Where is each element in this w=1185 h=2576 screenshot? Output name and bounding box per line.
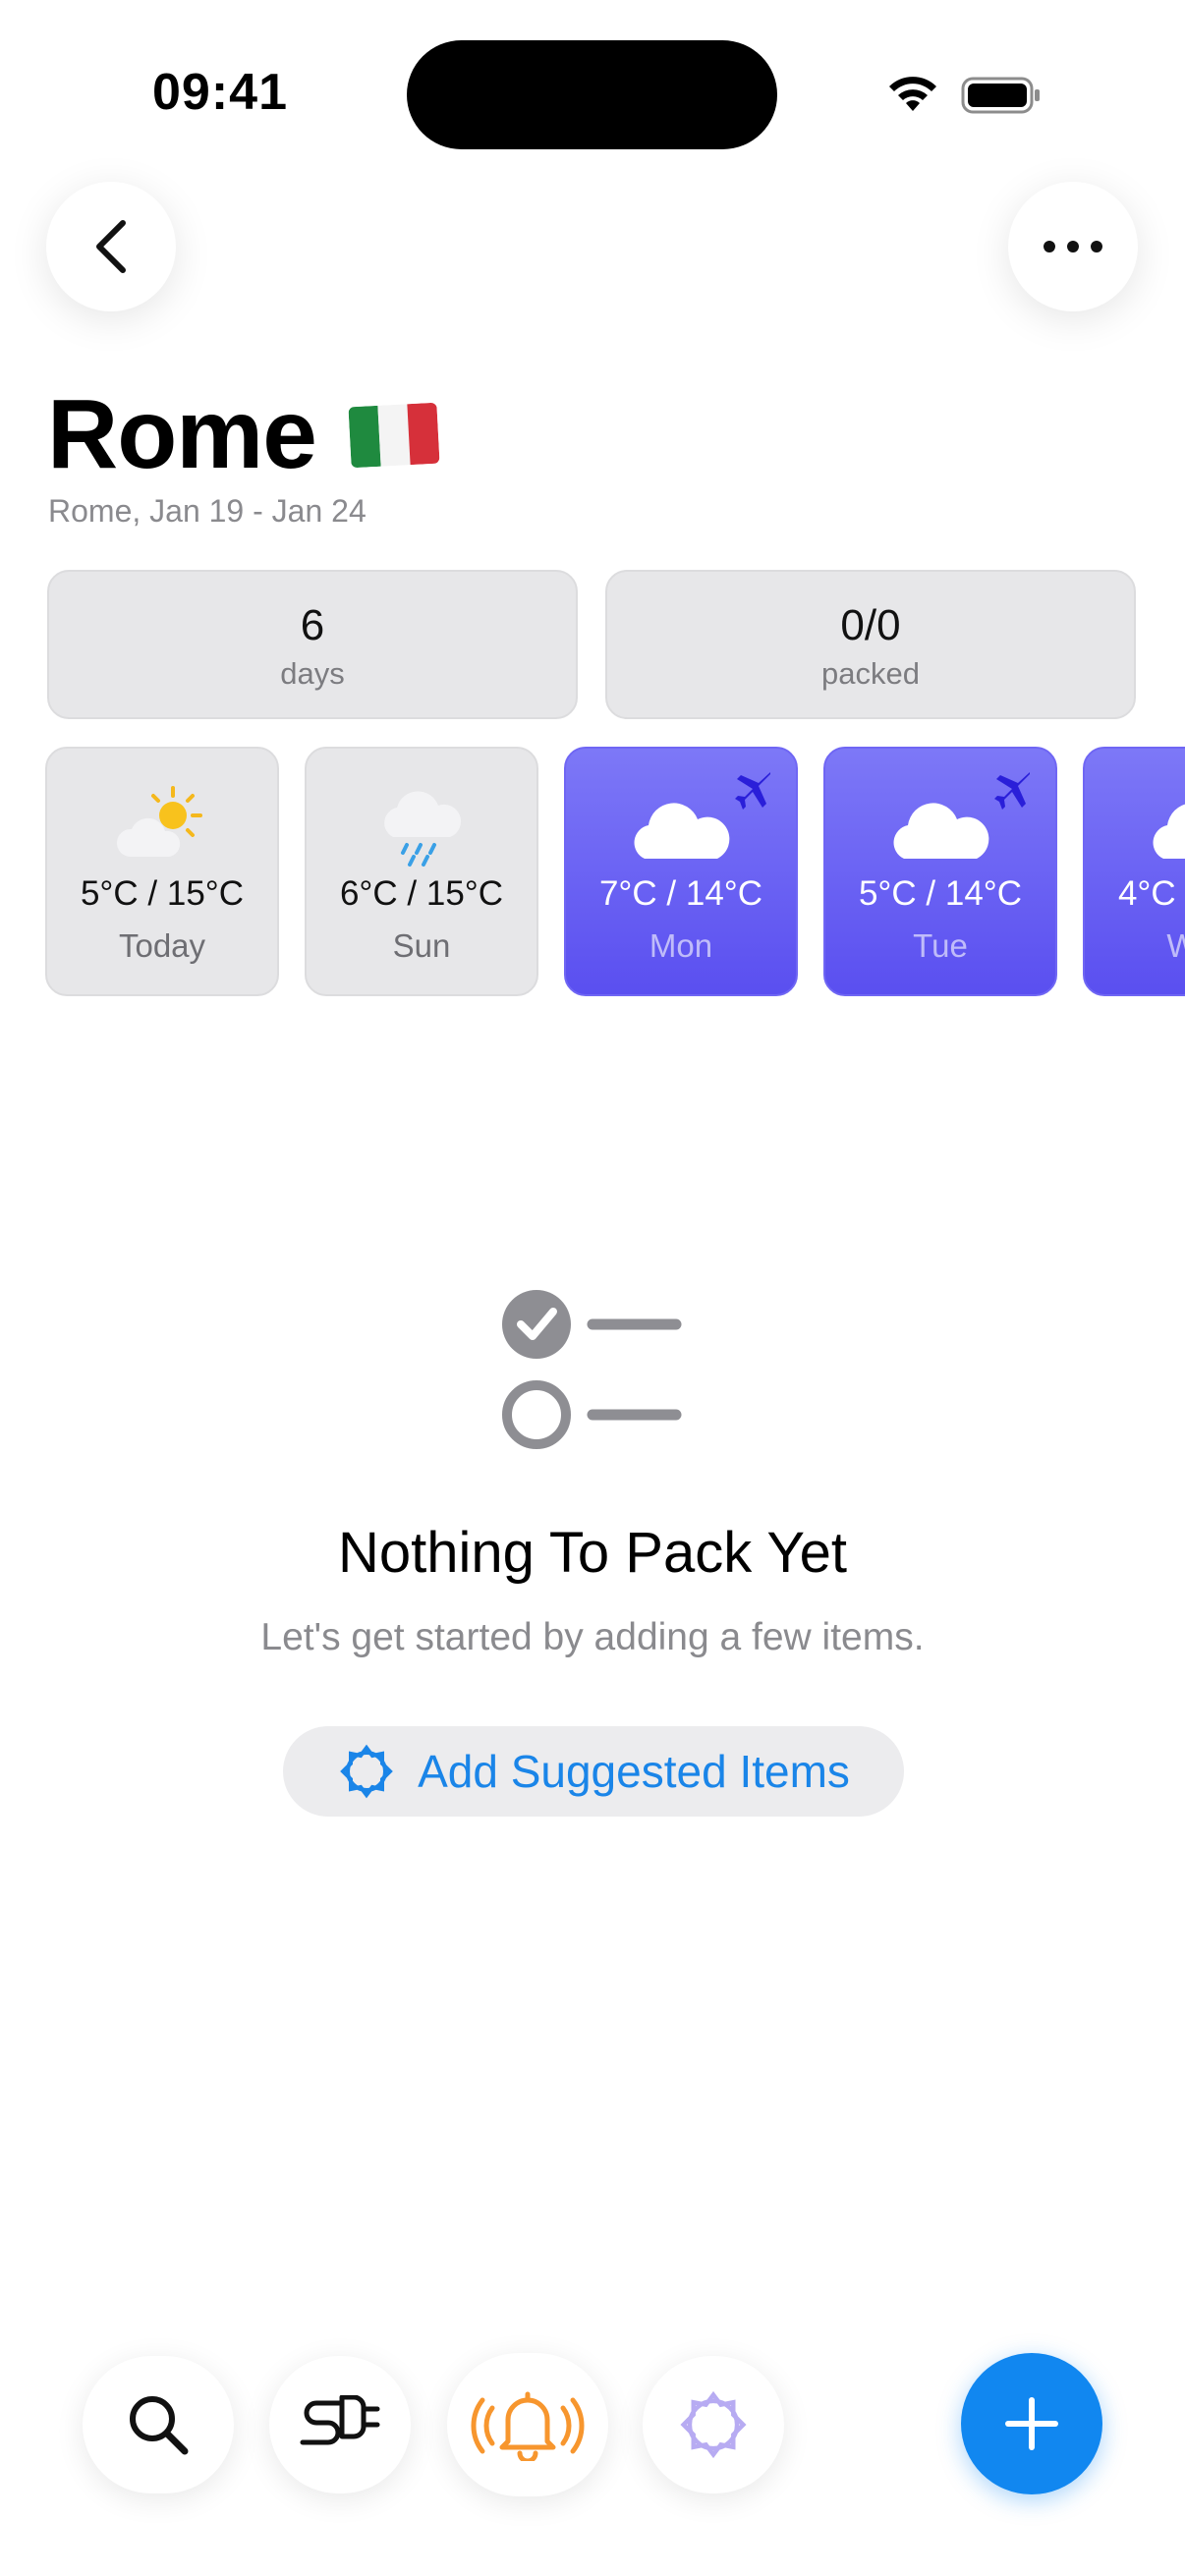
airplane-icon: [735, 772, 770, 810]
weather-day: Today: [118, 927, 206, 964]
power-plug-icon: [300, 2395, 380, 2445]
trip-detail-screen: 09:41 Rome Rome, Jan 19 - Jan 24 6 days: [0, 0, 1185, 2576]
search-button[interactable]: [83, 2356, 234, 2493]
rain-cloud-icon: [384, 791, 462, 867]
weather-temp: 6°C / 15°C: [339, 874, 504, 913]
weather-temp: 4°C / 14°C: [1117, 874, 1185, 913]
airplane-icon: [994, 772, 1030, 810]
italy-flag-icon: [348, 402, 440, 468]
weather-card-today[interactable]: 5°C / 15°C Today: [45, 747, 279, 996]
cloud-icon: [893, 803, 989, 859]
add-item-button[interactable]: [961, 2353, 1102, 2494]
notifications-button[interactable]: [447, 2353, 608, 2496]
add-suggested-items-label: Add Suggested Items: [418, 1746, 850, 1797]
weather-temp: 5°C / 14°C: [858, 874, 1023, 913]
weather-temp: 7°C / 14°C: [598, 874, 763, 913]
checklist-icon: [502, 1290, 682, 1449]
back-button[interactable]: [46, 182, 176, 311]
sparkle-flower-icon: [680, 2390, 747, 2459]
weather-day: Sun: [392, 927, 451, 964]
weather-temp: 5°C / 15°C: [80, 874, 245, 913]
sparkle-flower-icon: [340, 1744, 393, 1799]
weather-card-mon[interactable]: 7°C / 14°C Mon: [564, 747, 798, 996]
days-value: 6: [300, 601, 325, 649]
packed-stat-card: 0/0 packed: [605, 570, 1136, 719]
trip-subtitle: Rome, Jan 19 - Jan 24: [48, 493, 367, 529]
weather-card-wed[interactable]: 4°C / 14°C Wed: [1083, 747, 1185, 996]
trip-name: Rome: [47, 379, 317, 489]
search-icon: [130, 2396, 189, 2455]
packed-value: 0/0: [840, 601, 901, 649]
cloud-icon: [1153, 804, 1185, 859]
ringing-bell-icon: [471, 2391, 585, 2461]
days-label: days: [280, 656, 345, 691]
weather-card-tue[interactable]: 5°C / 14°C Tue: [823, 747, 1057, 996]
battery-icon: [961, 77, 1040, 114]
weather-day: Mon: [649, 927, 713, 964]
wifi-icon: [889, 77, 936, 111]
sun-behind-cloud-icon: [116, 786, 202, 857]
chevron-left-icon: [96, 220, 126, 273]
power-adapter-button[interactable]: [269, 2356, 411, 2493]
trip-title: Rome: [47, 378, 440, 491]
weather-day: Wed: [1085, 927, 1185, 965]
packed-label: packed: [821, 656, 920, 691]
days-stat-card: 6 days: [47, 570, 578, 719]
add-suggested-items-button[interactable]: Add Suggested Items: [283, 1726, 904, 1817]
ai-suggestions-button[interactable]: [643, 2356, 784, 2493]
weather-card-sun[interactable]: 6°C / 15°C Sun: [305, 747, 538, 996]
ellipsis-icon: [1044, 241, 1102, 252]
status-time: 09:41: [152, 64, 288, 121]
empty-state-subtitle: Let's get started by adding a few items.: [260, 1616, 925, 1658]
weather-day: Tue: [913, 927, 968, 964]
empty-state-title: Nothing To Pack Yet: [337, 1521, 848, 1585]
plus-icon: [1005, 2397, 1058, 2450]
cloud-icon: [634, 803, 730, 859]
dynamic-island: [407, 40, 777, 149]
more-options-button[interactable]: [1008, 182, 1138, 311]
